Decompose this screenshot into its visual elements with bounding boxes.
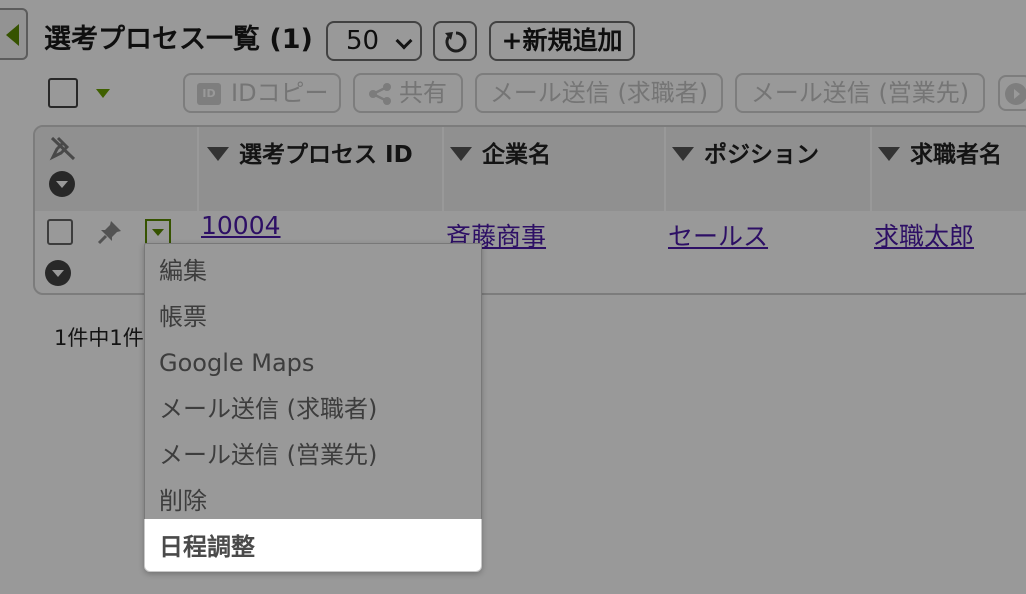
menu-item-schedule[interactable]: 日程調整 [145, 524, 481, 570]
page: 選考プロセス一覧 (1) 50 +新規追加 ID IDコピー 共有 メール送信 … [0, 0, 1026, 594]
menu-dim-shade [144, 243, 482, 519]
